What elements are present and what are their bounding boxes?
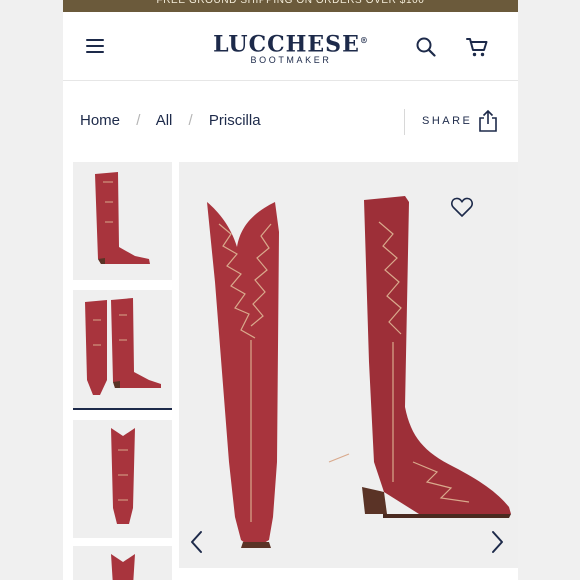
breadcrumb-priscilla[interactable]: Priscilla xyxy=(209,112,261,129)
hamburger-menu-icon[interactable] xyxy=(86,39,104,53)
thumbnail-front-view[interactable] xyxy=(73,420,172,538)
share-icon[interactable] xyxy=(477,109,499,133)
breadcrumb-all[interactable]: All xyxy=(156,112,173,129)
site-header: LUCCHESE® BOOTMAKER xyxy=(63,12,518,81)
shopping-cart-icon[interactable] xyxy=(466,36,488,58)
boot-pair-image xyxy=(85,298,161,395)
mobile-page: FREE GROUND SHIPPING ON ORDERS OVER $100… xyxy=(63,0,518,580)
breadcrumb: Home / All / Priscilla xyxy=(80,112,261,129)
breadcrumb-home[interactable]: Home xyxy=(80,112,120,129)
promo-banner: FREE GROUND SHIPPING ON ORDERS OVER $100 xyxy=(63,0,518,12)
main-product-image xyxy=(179,162,518,568)
thumbnail-partial-view[interactable] xyxy=(73,546,172,580)
boot-main-image xyxy=(207,196,511,548)
brand-name: LUCCHESE® xyxy=(213,31,369,58)
thumbnail-side-view[interactable] xyxy=(73,162,172,280)
search-icon[interactable] xyxy=(416,37,436,57)
boot-partial-image xyxy=(111,554,135,580)
thumbnail-pair-view[interactable] xyxy=(73,290,172,410)
boot-front-image xyxy=(111,428,135,524)
share-button[interactable]: SHARE xyxy=(422,115,472,127)
breadcrumb-separator: / xyxy=(136,112,141,129)
breadcrumb-divider xyxy=(404,109,405,135)
chevron-right-icon[interactable] xyxy=(489,530,505,554)
breadcrumb-separator: / xyxy=(188,112,193,129)
heart-icon[interactable] xyxy=(450,196,474,218)
boot-side-image xyxy=(95,172,150,264)
brand-logo[interactable]: LUCCHESE® BOOTMAKER xyxy=(211,27,371,65)
chevron-left-icon[interactable] xyxy=(189,530,205,554)
